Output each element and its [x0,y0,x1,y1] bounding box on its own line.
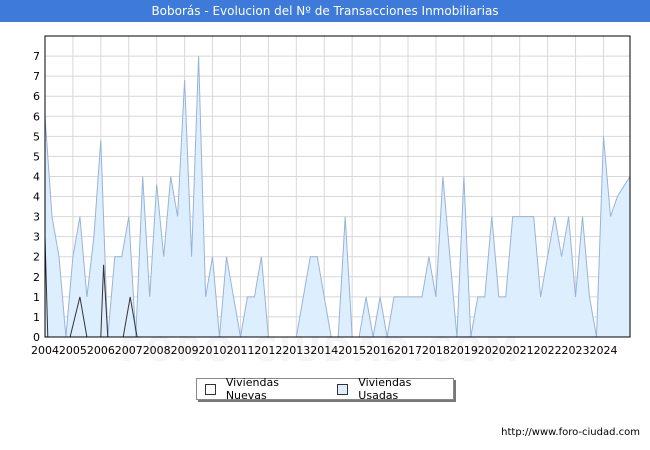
x-tick-label: 2006 [87,344,115,357]
watermark: FORO-CIUDAD.COM [120,330,521,370]
y-tick-label: 4 [33,170,40,183]
y-tick-label: 5 [33,130,40,143]
legend-item-usadas: Viviendas Usadas [337,376,453,402]
legend-label-usadas: Viviendas Usadas [358,376,412,402]
footer-url[interactable]: http://www.foro-ciudad.com [501,427,640,438]
y-tick-label: 6 [33,110,40,123]
y-tick-label: 7 [33,70,40,83]
x-tick-label: 2022 [534,344,562,357]
legend-label-nuevas: Viviendas Nuevas [225,376,279,402]
legend-swatch-usadas [337,383,349,395]
y-tick-label: 3 [33,231,40,244]
x-tick-label: 2023 [562,344,590,357]
y-tick-label: 2 [33,251,40,264]
y-tick-label: 2 [33,271,40,284]
legend: Viviendas Nuevas Viviendas Usadas [196,376,454,402]
y-tick-label: 7 [33,50,40,63]
legend-swatch-nuevas [205,383,216,395]
x-tick-label: 2004 [31,344,59,357]
y-axis-ticks: 0 1 1 2 2 3 3 4 4 5 5 6 6 7 7 [33,50,40,344]
y-tick-label: 0 [33,331,40,344]
y-tick-label: 3 [33,211,40,224]
y-tick-label: 1 [33,311,40,324]
x-tick-label: 2024 [589,344,617,357]
legend-item-nuevas: Viviendas Nuevas [205,376,321,402]
y-tick-label: 4 [33,191,40,204]
x-tick-label: 2005 [59,344,87,357]
y-tick-label: 5 [33,150,40,163]
y-tick-label: 1 [33,291,40,304]
y-tick-label: 6 [33,90,40,103]
